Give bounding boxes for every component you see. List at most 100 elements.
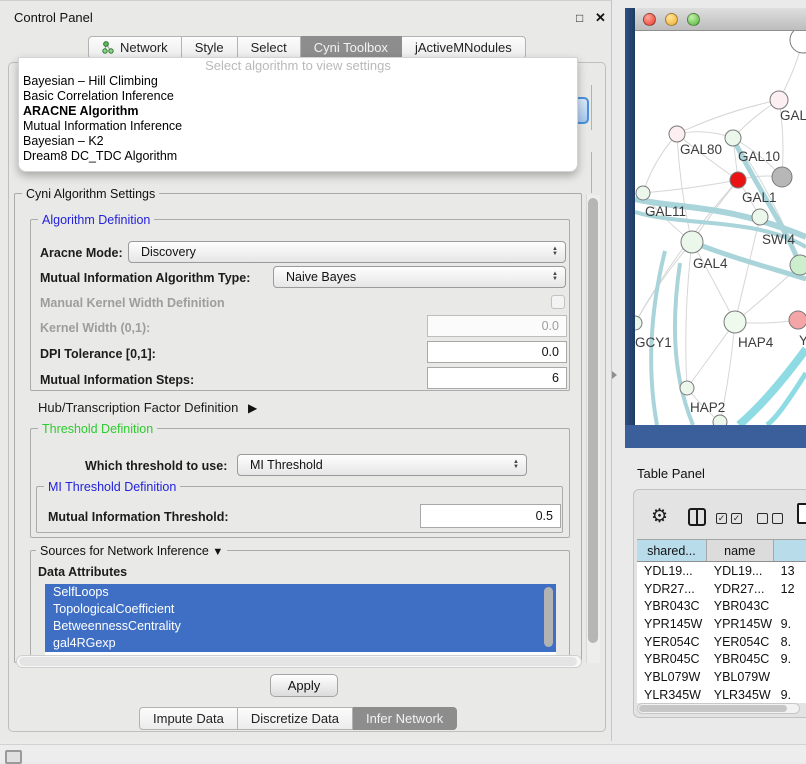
network-node[interactable] — [724, 311, 746, 333]
aracne-mode-select[interactable]: Discovery ▲▼ — [128, 241, 566, 263]
network-edge[interactable] — [643, 180, 738, 193]
mi-threshold-field[interactable]: 0.5 — [420, 504, 561, 528]
network-node[interactable] — [713, 415, 727, 425]
checkbox-empty-icon[interactable] — [772, 513, 783, 524]
network-edge[interactable] — [686, 242, 692, 388]
document-icon[interactable] — [797, 503, 806, 524]
network-edge[interactable] — [767, 373, 806, 425]
table-cell: YBL079W — [707, 668, 774, 686]
close-icon[interactable]: ✕ — [595, 10, 606, 26]
algorithm-definition-title: Algorithm Definition — [38, 213, 154, 227]
table-column-header[interactable] — [774, 540, 806, 561]
manual-kernel-checkbox[interactable] — [551, 295, 565, 309]
network-edge[interactable] — [677, 100, 779, 134]
minimize-traffic-light[interactable] — [665, 13, 678, 26]
tab-discretize-data[interactable]: Discretize Data — [238, 707, 353, 730]
groupbox-edge — [591, 85, 592, 130]
float-window-icon[interactable]: □ — [576, 11, 583, 25]
tab-select[interactable]: Select — [238, 36, 301, 59]
network-node[interactable] — [636, 186, 650, 200]
network-node[interactable] — [730, 172, 746, 188]
tab-network[interactable]: Network — [88, 36, 182, 59]
aracne-mode-label: Aracne Mode: — [40, 246, 123, 260]
tab-infer-network[interactable]: Infer Network — [353, 707, 457, 730]
network-node-label: GAL80 — [680, 142, 722, 157]
hub-section-toggle[interactable]: Hub/Transcription Factor Definition ▶ — [38, 400, 257, 415]
checkbox-checked-icon[interactable]: ✓ — [731, 513, 742, 524]
table-cell: 9. — [774, 650, 806, 668]
table-column-header[interactable]: shared... — [637, 540, 707, 561]
zoom-traffic-light[interactable] — [687, 13, 700, 26]
network-node[interactable] — [635, 316, 642, 330]
table-row[interactable]: YLR345WYLR345W9. — [637, 686, 806, 703]
settings-vertical-scrollbar-thumb[interactable] — [588, 198, 598, 643]
checkbox-empty-icon[interactable] — [757, 513, 768, 524]
table-cell: 13 — [774, 562, 806, 580]
dpi-tolerance-field[interactable]: 0.0 — [427, 341, 567, 363]
network-node[interactable] — [789, 311, 806, 329]
table-cell: YPR145W — [707, 615, 774, 633]
data-attribute-item[interactable]: TopologicalCoefficient — [45, 601, 556, 618]
data-attribute-item[interactable]: gal4RGexp — [45, 635, 556, 652]
network-view-canvas[interactable]: GALGAL80GAL10GAL1GAL11SWI4GAL4GCY1HAP4YH… — [635, 31, 806, 425]
algorithm-option[interactable]: ARACNE Algorithm — [19, 104, 577, 119]
network-edge[interactable] — [735, 217, 760, 322]
attributes-list-scrollbar[interactable] — [544, 587, 553, 647]
table-row[interactable]: YBR045CYBR045C9. — [637, 650, 806, 668]
tab-impute-data[interactable]: Impute Data — [139, 707, 238, 730]
close-traffic-light[interactable] — [643, 13, 656, 26]
which-threshold-label: Which threshold to use: — [85, 459, 227, 473]
algorithm-option[interactable]: Bayesian – Hill Climbing — [19, 74, 577, 89]
table-row[interactable]: YER054CYER054C8. — [637, 633, 806, 651]
table-row[interactable]: YPR145WYPR145W9. — [637, 615, 806, 633]
sources-group-toggle[interactable]: Sources for Network Inference ▼ — [36, 544, 227, 558]
column-layout-icon[interactable] — [688, 508, 706, 526]
network-node-label: GAL1 — [742, 190, 777, 205]
apply-button[interactable]: Apply — [270, 674, 338, 697]
tab-style[interactable]: Style — [182, 36, 238, 59]
dpi-tolerance-label: DPI Tolerance [0,1]: — [40, 347, 156, 361]
table-column-header[interactable]: name — [707, 540, 774, 561]
network-window-left-border — [625, 8, 635, 448]
data-attributes-list[interactable]: SelfLoopsTopologicalCoefficientBetweenne… — [45, 584, 556, 655]
table-row[interactable]: YDL19...YDL19...13 — [637, 562, 806, 580]
network-window-titlebar[interactable] — [635, 8, 806, 31]
network-node[interactable] — [669, 126, 685, 142]
network-node[interactable] — [680, 381, 694, 395]
mi-steps-field[interactable]: 6 — [427, 367, 567, 389]
manual-kernel-label: Manual Kernel Width Definition — [40, 296, 225, 310]
network-node[interactable] — [790, 255, 806, 275]
table-cell: 12 — [774, 580, 806, 598]
network-node[interactable] — [772, 167, 792, 187]
network-node[interactable] — [725, 130, 741, 146]
gear-icon[interactable]: ⚙ — [651, 505, 668, 528]
network-node[interactable] — [752, 209, 768, 225]
checkbox-checked-icon[interactable]: ✓ — [716, 513, 727, 524]
network-edge[interactable] — [643, 134, 677, 193]
panel-splitter-handle[interactable] — [612, 371, 617, 379]
data-attribute-item[interactable]: BetweennessCentrality — [45, 618, 556, 635]
algorithm-option[interactable]: Dream8 DC_TDC Algorithm — [19, 149, 577, 164]
kernel-width-field[interactable]: 0.0 — [427, 315, 567, 337]
algorithm-dropdown-placeholder: Select algorithm to view settings — [19, 58, 577, 74]
tab-jactivemnodules[interactable]: jActiveMNodules — [402, 36, 526, 59]
table-cell: YDL19... — [707, 562, 774, 580]
table-horizontal-scrollbar-thumb[interactable] — [639, 705, 787, 712]
algorithm-option[interactable]: Mutual Information Inference — [19, 119, 577, 134]
table-row[interactable]: YDR27...YDR27...12 — [637, 580, 806, 598]
settings-horizontal-scrollbar-thumb[interactable] — [19, 657, 577, 666]
tab-cyni-toolbox[interactable]: Cyni Toolbox — [301, 36, 402, 59]
table-cell: YDR27... — [707, 580, 774, 598]
mi-type-select[interactable]: Naive Bayes ▲▼ — [273, 266, 566, 288]
table-row[interactable]: YBR043CYBR043C — [637, 597, 806, 615]
table-header-row: shared...name — [637, 539, 806, 562]
data-attribute-item[interactable]: SelfLoops — [45, 584, 556, 601]
threshold-definition-title: Threshold Definition — [38, 422, 157, 436]
network-node[interactable] — [790, 31, 806, 53]
algorithm-option[interactable]: Basic Correlation Inference — [19, 89, 577, 104]
algorithm-option[interactable]: Bayesian – K2 — [19, 134, 577, 149]
table-row[interactable]: YBL079WYBL079W — [637, 668, 806, 686]
which-threshold-select[interactable]: MI Threshold ▲▼ — [237, 454, 527, 476]
network-node[interactable] — [770, 91, 788, 109]
network-node[interactable] — [681, 231, 703, 253]
